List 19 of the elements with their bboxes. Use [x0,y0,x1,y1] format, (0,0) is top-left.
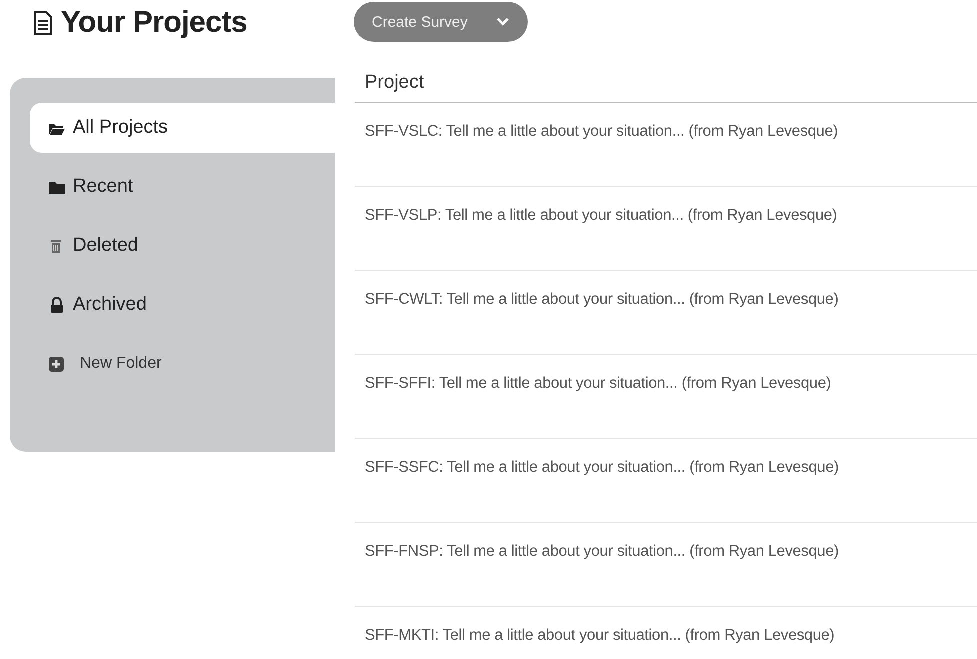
create-survey-button[interactable]: Create Survey [354,2,528,42]
sidebar-item[interactable]: Deleted [30,221,335,271]
sidebar-item[interactable]: Recent [30,162,335,212]
project-link[interactable]: SFF-FNSP: Tell me a little about your situation... (from Ryan Levesque) [355,523,839,561]
document-icon [33,11,53,35]
page-title: Your Projects [61,6,248,40]
project-link[interactable]: SFF-VSLP: Tell me a little about your situation... (from Ryan Levesque) [355,187,838,225]
lock-icon [48,296,66,314]
project-link[interactable]: SFF-CWLT: Tell me a little about your situation... (from Ryan Levesque) [355,271,839,309]
caret-icon [496,17,510,27]
sidebar-item[interactable]: All Projects [30,103,335,153]
column-header: Project [355,64,977,103]
project-link[interactable]: SFF-SFFI: Tell me a little about your situation... (from Ryan Levesque) [355,355,832,393]
sidebar-item[interactable]: Archived [30,280,335,330]
project-link[interactable]: SFF-SSFC: Tell me a little about your situation... (from Ryan Levesque) [355,439,839,477]
plus-icon [48,356,66,372]
new-folder-link[interactable]: New Folder [30,339,335,389]
project-link[interactable]: SFF-VSLC: Tell me a little about your situation... (from Ryan Levesque) [355,103,838,141]
project-link[interactable]: SFF-MKTI: Tell me a little about your situation... (from Ryan Levesque) [355,607,835,645]
